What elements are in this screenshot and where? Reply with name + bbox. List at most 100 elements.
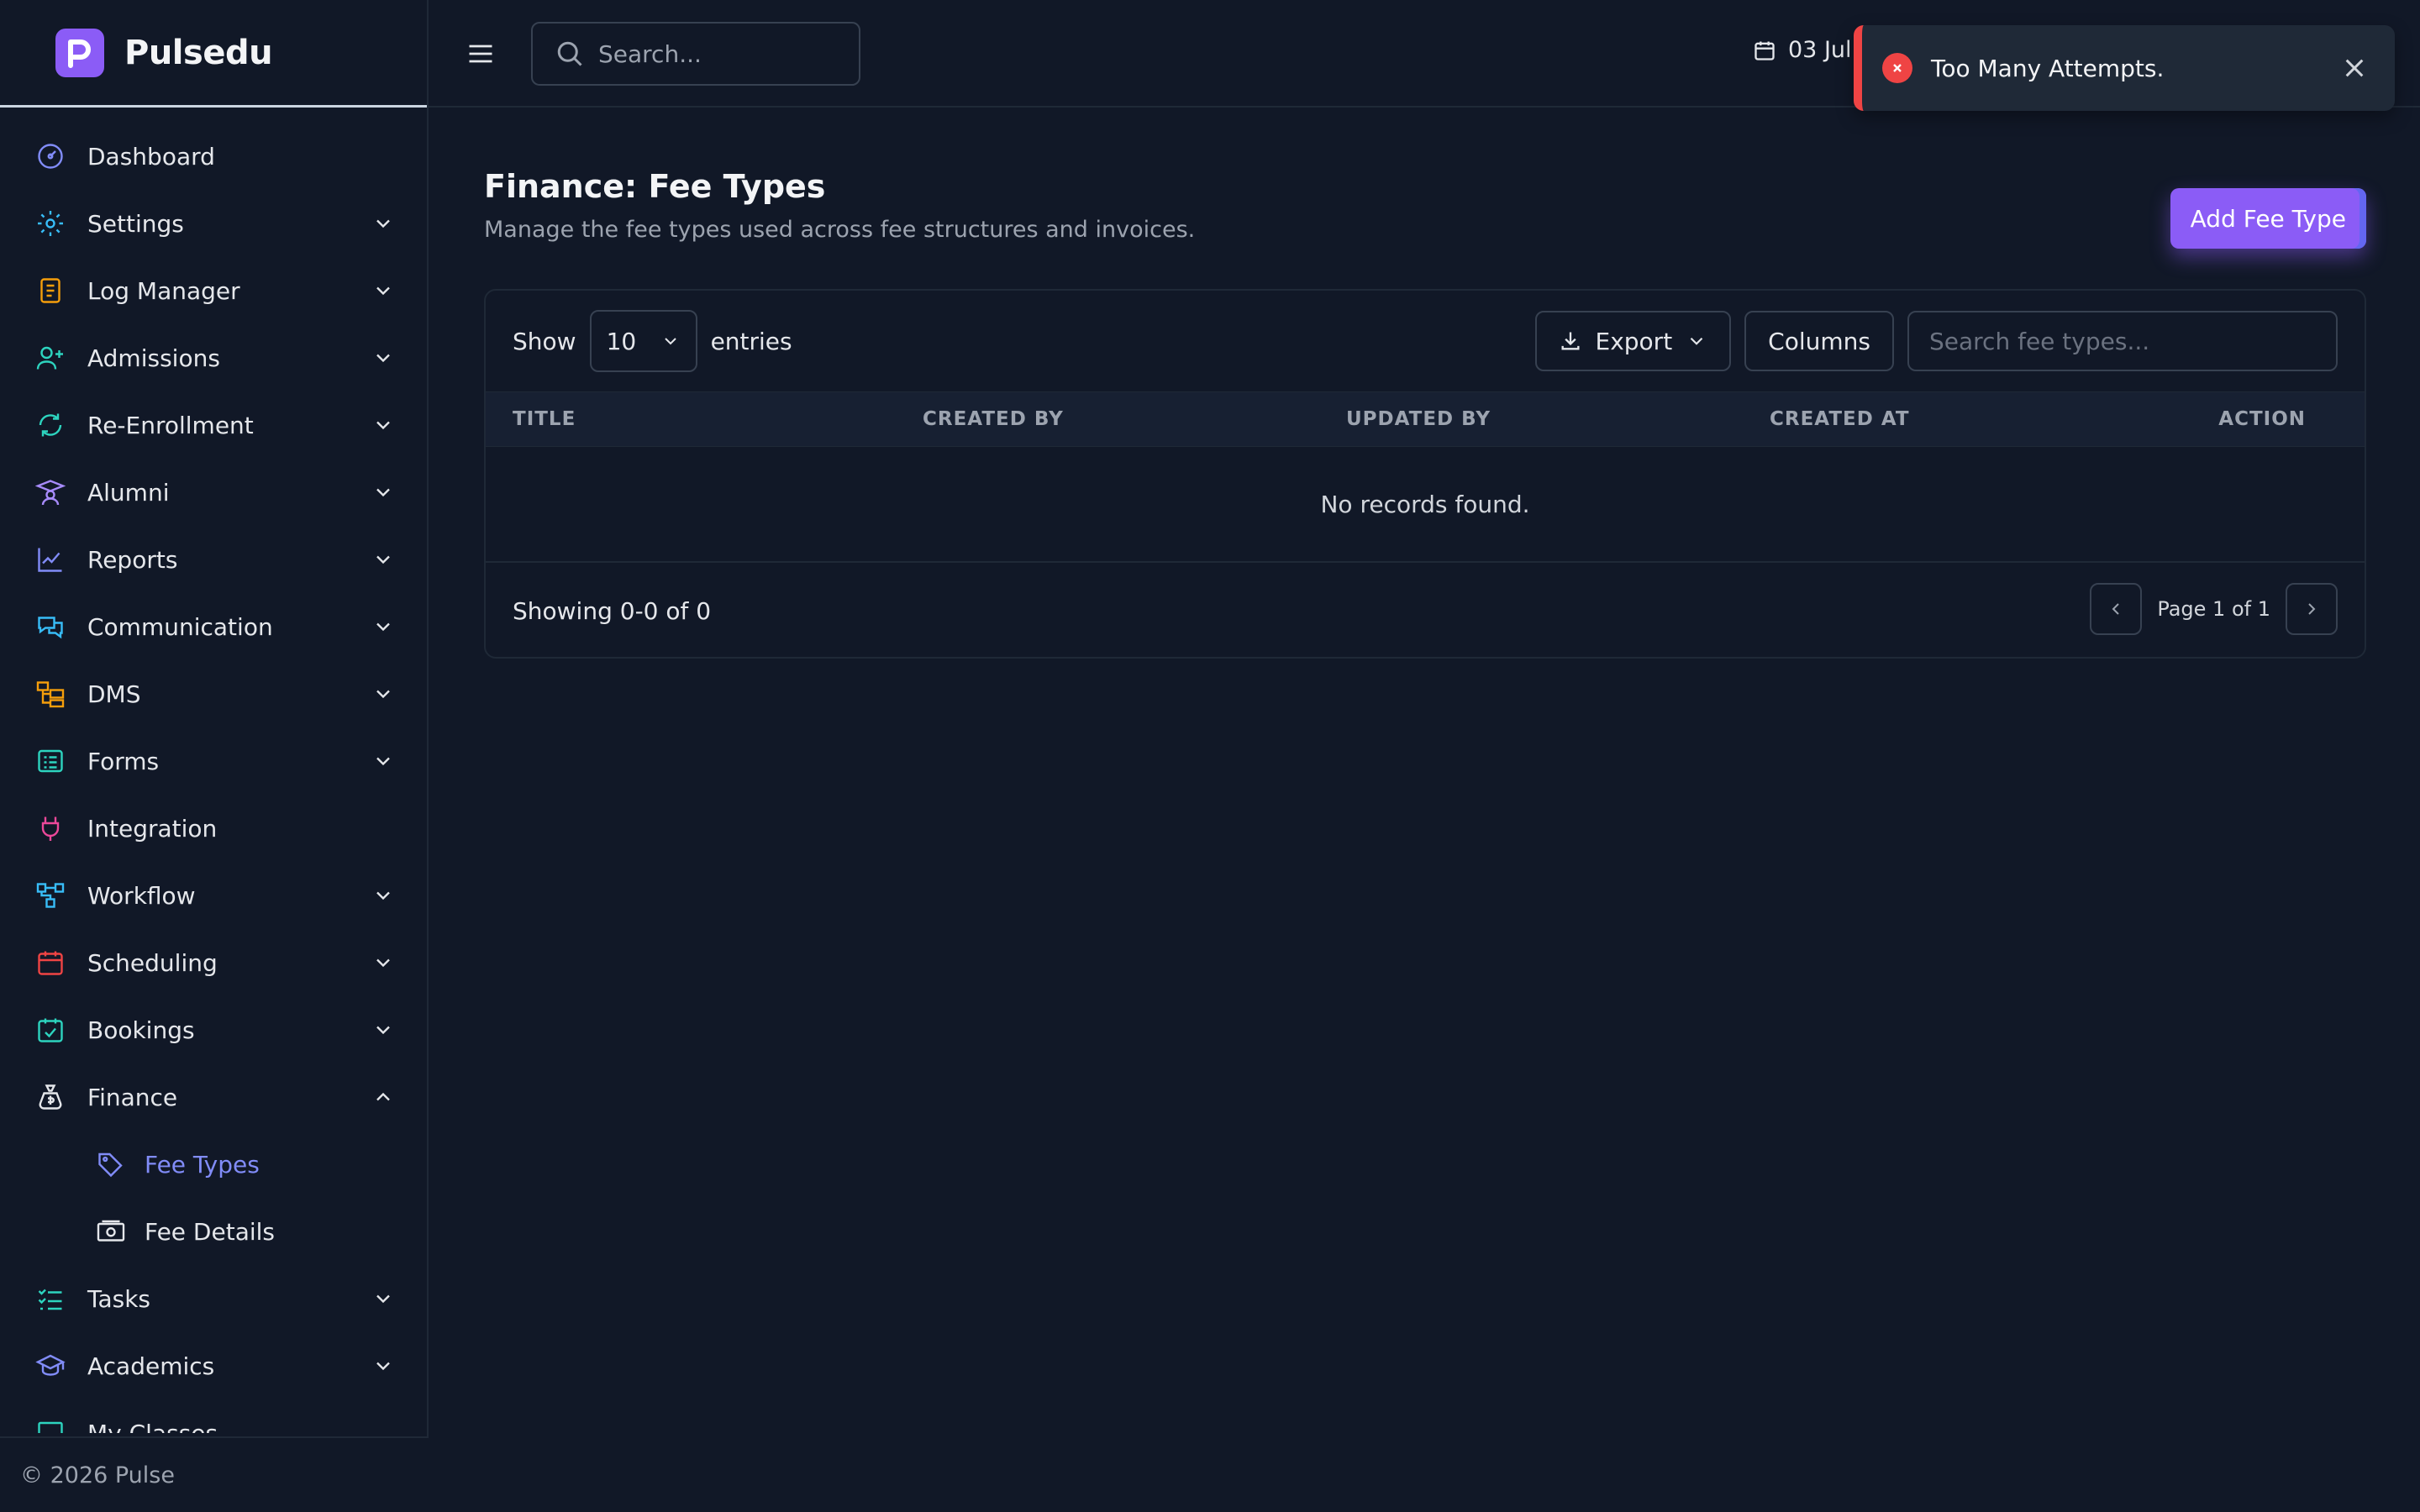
toast-message: Too Many Attempts. xyxy=(1931,54,2165,82)
chevron-down-icon xyxy=(376,1362,390,1371)
error-toast: Too Many Attempts. xyxy=(1854,25,2395,111)
app-name: Pulsedu xyxy=(124,33,273,72)
chevron-down-icon xyxy=(376,286,390,296)
chalkboard-icon xyxy=(34,1416,67,1433)
fee-types-table-card: Show 10 entries Export Columns Search fe… xyxy=(484,289,2366,659)
sidebar-item-label: Bookings xyxy=(87,1016,195,1044)
main-content: Finance: Fee Types Manage the fee types … xyxy=(484,168,2366,659)
chevron-down-icon xyxy=(376,958,390,968)
sidebar-item-label: Dashboard xyxy=(87,142,215,171)
global-search-input[interactable] xyxy=(598,39,850,68)
chevron-down-icon xyxy=(376,891,390,900)
sidebar-item-label: Admissions xyxy=(87,344,220,372)
sidebar-item-log-manager[interactable]: Log Manager xyxy=(0,257,429,324)
sidebar-item-academics[interactable]: Academics xyxy=(0,1332,429,1399)
chevron-down-icon xyxy=(376,690,390,699)
brand[interactable]: Pulsedu xyxy=(0,0,427,108)
sidebar-item-workflow[interactable]: Workflow xyxy=(0,862,429,929)
folders-icon xyxy=(34,677,67,711)
sidebar-subitem-label: Fee Details xyxy=(145,1217,275,1246)
sidebar-item-admissions[interactable]: Admissions xyxy=(0,324,429,391)
sidebar-nav: Dashboard Settings Log Manager Admission… xyxy=(0,123,429,1433)
sidebar-item-dashboard[interactable]: Dashboard xyxy=(0,123,429,190)
money-bag-icon xyxy=(34,1080,67,1114)
chevron-up-icon xyxy=(376,1092,390,1101)
chevron-down-icon xyxy=(376,757,390,766)
page-title: Finance: Fee Types xyxy=(484,168,826,205)
sidebar-item-label: Forms xyxy=(87,747,160,775)
pagination: Page 1 of 1 xyxy=(2090,583,2338,635)
sidebar-item-finance[interactable]: Finance xyxy=(0,1063,429,1131)
dashboard-gauge-icon xyxy=(34,139,67,173)
column-header-action: ACTION xyxy=(2218,408,2306,430)
sidebar-subitem-fee-details[interactable]: Fee Details xyxy=(0,1198,429,1265)
export-button[interactable]: Export xyxy=(1534,311,1732,371)
sidebar-item-scheduling[interactable]: Scheduling xyxy=(0,929,429,996)
add-fee-type-button[interactable]: Add Fee Type xyxy=(2170,188,2366,249)
copyright-text: © 2026 Pulse xyxy=(20,1462,175,1488)
sidebar-item-label: Reports xyxy=(87,545,178,574)
sidebar-item-label: DMS xyxy=(87,680,141,708)
table-toolbar: Show 10 entries Export Columns xyxy=(486,291,2365,391)
error-x-circle-icon xyxy=(1882,53,1912,83)
sidebar-item-label: Alumni xyxy=(87,478,170,507)
workflow-icon xyxy=(34,879,67,912)
sidebar-item-label: Finance xyxy=(87,1083,178,1111)
sidebar-footer: © 2026 Pulse xyxy=(0,1436,429,1512)
mortarboard-icon xyxy=(34,1349,67,1383)
fee-type-search[interactable] xyxy=(1907,311,2338,371)
next-page-button[interactable] xyxy=(2286,583,2338,635)
chevron-down-icon xyxy=(376,1026,390,1035)
date-chip[interactable]: 03 Jul xyxy=(1753,37,1852,63)
sidebar-item-label: Workflow xyxy=(87,881,196,910)
chevron-down-icon xyxy=(376,1294,390,1304)
sidebar-item-dms[interactable]: DMS xyxy=(0,660,429,727)
clipboard-icon xyxy=(34,274,67,307)
download-icon xyxy=(1561,332,1580,350)
sidebar-item-label: My Classes xyxy=(87,1419,218,1434)
column-header-created-at[interactable]: CREATED AT xyxy=(1770,408,1910,430)
global-search[interactable] xyxy=(531,22,860,86)
sidebar-subitem-fee-types[interactable]: Fee Types xyxy=(0,1131,429,1198)
sidebar-item-settings[interactable]: Settings xyxy=(0,190,429,257)
hamburger-menu-icon[interactable] xyxy=(466,39,496,69)
table-footer: Showing 0-0 of 0 Page 1 of 1 xyxy=(486,563,2365,659)
column-header-title[interactable]: TITLE xyxy=(513,408,576,430)
columns-button[interactable]: Columns xyxy=(1744,311,1894,371)
entries-select[interactable]: 10 xyxy=(589,310,697,372)
calendar-icon xyxy=(34,946,67,979)
empty-state-text: No records found. xyxy=(1320,490,1530,518)
chevron-down-icon xyxy=(376,354,390,363)
show-label: Show xyxy=(513,327,576,355)
fee-type-search-input[interactable] xyxy=(1929,327,2316,355)
sidebar-item-alumni[interactable]: Alumni xyxy=(0,459,429,526)
sidebar-item-integration[interactable]: Integration xyxy=(0,795,429,862)
tags-icon xyxy=(94,1147,128,1181)
search-icon xyxy=(557,41,582,66)
sidebar-item-reports[interactable]: Reports xyxy=(0,526,429,593)
previous-page-button[interactable] xyxy=(2090,583,2143,635)
empty-state-row: No records found. xyxy=(486,447,2365,563)
sidebar-item-communication[interactable]: Communication xyxy=(0,593,429,660)
page-indicator: Page 1 of 1 xyxy=(2157,597,2270,621)
page-subtitle: Manage the fee types used across fee str… xyxy=(484,217,1196,243)
chevron-right-icon xyxy=(2308,603,2316,615)
close-icon[interactable] xyxy=(2334,48,2375,88)
chevron-down-icon xyxy=(1690,337,1703,345)
export-label: Export xyxy=(1595,327,1673,355)
chevron-down-icon xyxy=(376,488,390,497)
sidebar-item-tasks[interactable]: Tasks xyxy=(0,1265,429,1332)
column-header-updated-by[interactable]: UPDATED BY xyxy=(1346,408,1491,430)
sidebar-item-bookings[interactable]: Bookings xyxy=(0,996,429,1063)
showing-count: Showing 0-0 of 0 xyxy=(513,596,712,625)
banknote-icon xyxy=(94,1215,128,1248)
sidebar-item-my-classes[interactable]: My Classes xyxy=(0,1399,429,1433)
graduate-icon xyxy=(34,475,67,509)
chevron-left-icon xyxy=(2112,603,2120,615)
sidebar-item-re-enrollment[interactable]: Re-Enrollment xyxy=(0,391,429,459)
sidebar: Pulsedu Dashboard Settings Log Manager A… xyxy=(0,0,429,1512)
sidebar-item-forms[interactable]: Forms xyxy=(0,727,429,795)
user-plus-icon xyxy=(34,341,67,375)
sidebar-item-label: Settings xyxy=(87,209,184,238)
column-header-created-by[interactable]: CREATED BY xyxy=(923,408,1064,430)
